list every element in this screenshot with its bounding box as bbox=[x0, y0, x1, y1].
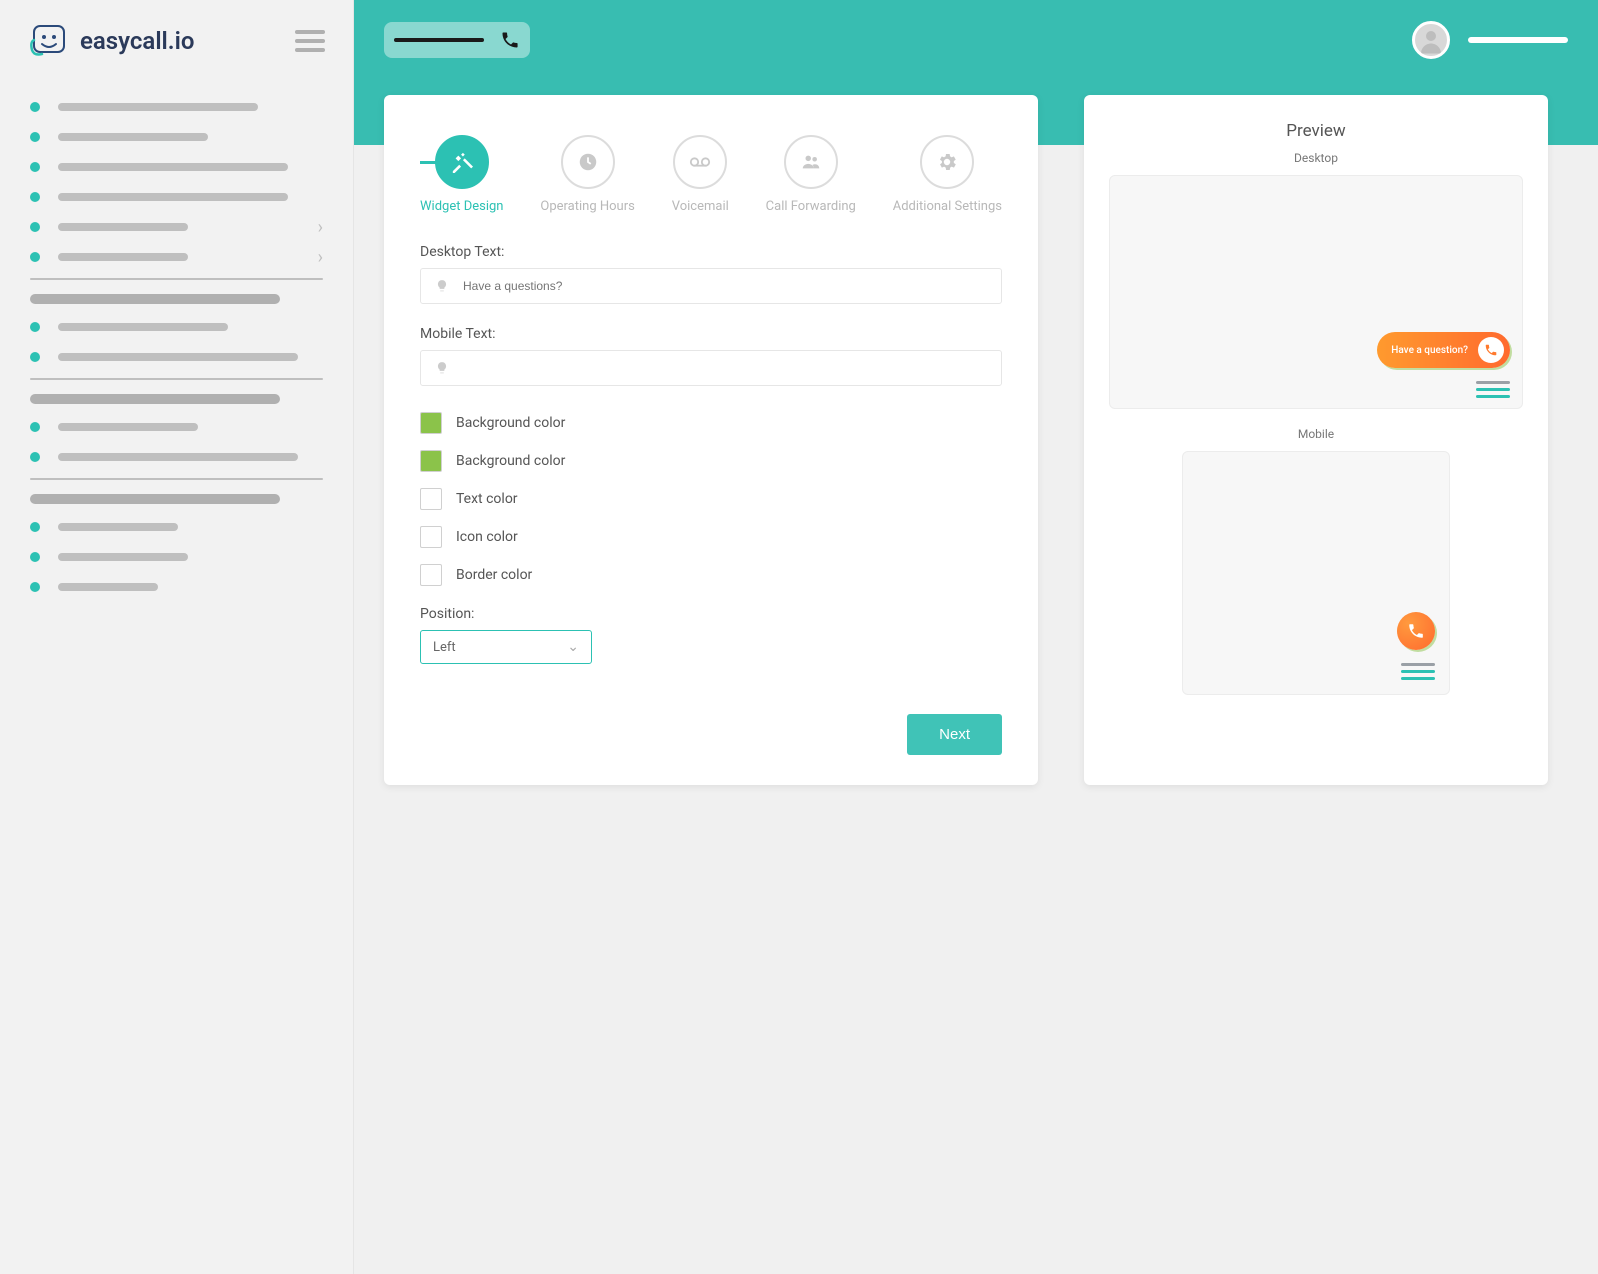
mobile-text-input-wrapper bbox=[420, 350, 1002, 386]
nav-item[interactable]: › bbox=[0, 242, 353, 272]
color-swatch[interactable] bbox=[420, 450, 442, 472]
call-button[interactable] bbox=[384, 22, 530, 58]
widget-preview-desktop: Have a question? bbox=[1377, 332, 1510, 368]
step-widget-design[interactable]: Widget Design bbox=[420, 135, 503, 214]
preview-panel: Preview Desktop Have a question? Mobile bbox=[1084, 95, 1548, 785]
color-label: Background color bbox=[456, 453, 565, 469]
mobile-text-input[interactable] bbox=[463, 361, 987, 375]
chevron-down-icon: ⌄ bbox=[567, 639, 579, 655]
color-row-text[interactable]: Text color bbox=[420, 488, 1002, 510]
preview-mobile-device bbox=[1182, 451, 1450, 695]
nav-section-header bbox=[0, 286, 353, 312]
widget-preview-text: Have a question? bbox=[1391, 345, 1468, 356]
preview-mobile-label: Mobile bbox=[1108, 427, 1524, 441]
bulb-icon bbox=[435, 361, 449, 375]
nav-item[interactable] bbox=[0, 152, 353, 182]
avatar bbox=[1412, 21, 1450, 59]
step-label: Operating Hours bbox=[540, 199, 634, 214]
content: Widget Design Operating Hours Voicemail … bbox=[354, 95, 1598, 785]
menu-icon bbox=[1401, 663, 1435, 680]
nav-item[interactable] bbox=[0, 342, 353, 372]
clock-icon bbox=[577, 151, 599, 173]
color-label: Border color bbox=[456, 567, 532, 583]
nav-item[interactable]: › bbox=[0, 212, 353, 242]
color-label: Icon color bbox=[456, 529, 518, 545]
next-button[interactable]: Next bbox=[907, 714, 1002, 755]
color-label: Text color bbox=[456, 491, 518, 507]
color-swatch[interactable] bbox=[420, 488, 442, 510]
group-icon bbox=[799, 151, 823, 173]
nav-section-header bbox=[0, 486, 353, 512]
preview-desktop-label: Desktop bbox=[1108, 151, 1524, 165]
tools-icon bbox=[451, 151, 473, 173]
bulb-icon bbox=[435, 279, 449, 293]
chevron-right-icon: › bbox=[318, 247, 323, 268]
position-label: Position: bbox=[420, 606, 1002, 622]
nav-separator bbox=[30, 478, 323, 480]
nav-item[interactable] bbox=[0, 92, 353, 122]
sidebar: easycall.io › › bbox=[0, 0, 354, 1274]
nav-item[interactable] bbox=[0, 542, 353, 572]
step-voicemail[interactable]: Voicemail bbox=[672, 135, 729, 214]
color-row-icon[interactable]: Icon color bbox=[420, 526, 1002, 548]
position-select-value: Left bbox=[433, 640, 456, 655]
phone-icon bbox=[1407, 622, 1425, 640]
chevron-right-icon: › bbox=[318, 217, 323, 238]
step-label: Call Forwarding bbox=[766, 199, 856, 214]
nav-item[interactable] bbox=[0, 512, 353, 542]
color-row-background-2[interactable]: Background color bbox=[420, 450, 1002, 472]
nav-separator bbox=[30, 378, 323, 380]
topbar bbox=[354, 0, 1598, 80]
main: › Widget Design Operating Hours Voicemai… bbox=[354, 0, 1598, 1274]
color-swatch[interactable] bbox=[420, 526, 442, 548]
color-swatch[interactable] bbox=[420, 564, 442, 586]
logo[interactable]: easycall.io bbox=[28, 20, 194, 62]
mobile-text-label: Mobile Text: bbox=[420, 326, 1002, 342]
menu-icon bbox=[1476, 381, 1510, 398]
nav-separator bbox=[30, 278, 323, 280]
step-label: Widget Design bbox=[420, 199, 503, 214]
user-menu[interactable] bbox=[1412, 21, 1568, 59]
color-label: Background color bbox=[456, 415, 565, 431]
position-select[interactable]: Left ⌄ bbox=[420, 630, 592, 664]
color-options: Background color Background color Text c… bbox=[420, 412, 1002, 586]
sidebar-header: easycall.io bbox=[0, 0, 353, 82]
nav-item[interactable] bbox=[0, 312, 353, 342]
nav-item[interactable] bbox=[0, 182, 353, 212]
user-name-placeholder bbox=[1468, 37, 1568, 43]
desktop-text-input[interactable] bbox=[463, 279, 987, 293]
nav-item[interactable] bbox=[0, 442, 353, 472]
stepper: Widget Design Operating Hours Voicemail … bbox=[420, 135, 1002, 214]
voicemail-icon bbox=[687, 151, 713, 173]
nav-section-header bbox=[0, 386, 353, 412]
desktop-text-label: Desktop Text: bbox=[420, 244, 1002, 260]
gear-icon bbox=[936, 151, 958, 173]
nav-item[interactable] bbox=[0, 572, 353, 602]
step-additional-settings[interactable]: Additional Settings bbox=[893, 135, 1002, 214]
step-operating-hours[interactable]: Operating Hours bbox=[540, 135, 634, 214]
sidebar-nav: › › bbox=[0, 82, 353, 602]
widget-preview-mobile bbox=[1397, 612, 1435, 650]
preview-title: Preview bbox=[1108, 121, 1524, 141]
menu-toggle-icon[interactable] bbox=[295, 30, 325, 52]
logo-icon bbox=[28, 20, 70, 62]
nav-item[interactable] bbox=[0, 412, 353, 442]
nav-item[interactable] bbox=[0, 122, 353, 152]
step-label: Additional Settings bbox=[893, 199, 1002, 214]
logo-text: easycall.io bbox=[80, 27, 194, 55]
step-call-forwarding[interactable]: Call Forwarding bbox=[766, 135, 856, 214]
phone-icon bbox=[500, 30, 520, 50]
widget-form-panel: Widget Design Operating Hours Voicemail … bbox=[384, 95, 1038, 785]
phone-icon bbox=[1478, 337, 1504, 363]
color-row-background-1[interactable]: Background color bbox=[420, 412, 1002, 434]
desktop-text-input-wrapper bbox=[420, 268, 1002, 304]
step-label: Voicemail bbox=[672, 199, 729, 214]
preview-desktop-device: Have a question? bbox=[1109, 175, 1523, 409]
color-row-border[interactable]: Border color bbox=[420, 564, 1002, 586]
color-swatch[interactable] bbox=[420, 412, 442, 434]
